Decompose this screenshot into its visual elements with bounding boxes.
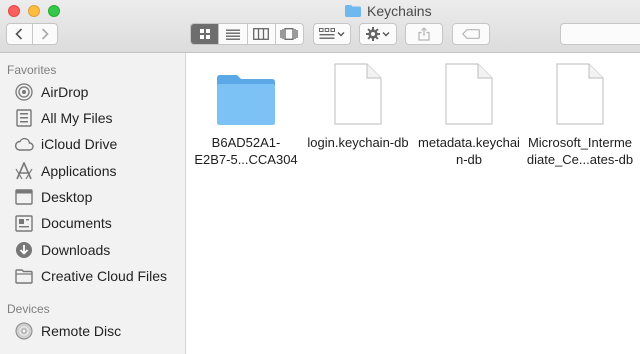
cloud-icon [14, 134, 34, 154]
file-item-microsoft-intermediate[interactable]: Microsoft_Interme diate_Ce...ates-db [520, 62, 640, 168]
folder-icon [214, 62, 278, 126]
documents-icon [14, 213, 34, 233]
file-name-line: metadata.keychai [418, 135, 520, 150]
cover-flow-view-button[interactable] [274, 24, 303, 44]
chevron-left-icon [15, 28, 23, 40]
navigation-buttons [6, 23, 58, 45]
sidebar-item-desktop[interactable]: Desktop [14, 186, 92, 208]
favorites-heading: Favorites [7, 63, 57, 77]
toolbar: Keychains [0, 0, 640, 53]
sidebar-item-all-my-files[interactable]: All My Files [14, 107, 113, 129]
chevron-down-icon [382, 32, 390, 37]
file-name-line: E2B7-5...CCA304 [194, 152, 298, 167]
file-name-line: B6AD52A1- [211, 135, 281, 150]
zoom-window-button[interactable] [48, 5, 60, 17]
search-field[interactable] [560, 23, 640, 45]
chevron-down-icon [337, 32, 345, 37]
columns-icon [253, 28, 270, 40]
sidebar-item-label: iCloud Drive [41, 136, 118, 152]
document-icon [437, 62, 501, 126]
view-mode-buttons [190, 23, 304, 45]
sidebar-item-label: Documents [41, 215, 112, 231]
grid-icon [199, 29, 210, 39]
all-files-icon [14, 108, 34, 128]
downloads-icon [14, 240, 34, 260]
arrange-button[interactable] [313, 23, 351, 45]
chevron-right-icon [41, 28, 49, 40]
tag-button[interactable] [452, 23, 490, 45]
sidebar-item-label: Downloads [41, 242, 111, 258]
sidebar-item-applications[interactable]: Applications [14, 160, 117, 182]
file-name-line: Microsoft_Interme [527, 135, 633, 150]
share-button[interactable] [405, 23, 443, 45]
file-name-line: n-db [455, 152, 483, 167]
sidebar-item-label: Remote Disc [41, 323, 122, 339]
file-item-login-keychain[interactable]: login.keychain-db [298, 62, 418, 151]
file-name-line: login.keychain-db [307, 135, 409, 150]
list-icon [225, 29, 240, 40]
back-button[interactable] [7, 24, 32, 44]
devices-heading: Devices [7, 302, 50, 316]
sidebar-item-label: Applications [41, 163, 117, 179]
window-title-text: Keychains [367, 3, 432, 19]
cover-flow-icon [280, 28, 299, 40]
sidebar-item-creative-cloud-files[interactable]: Creative Cloud Files [14, 265, 167, 287]
close-window-button[interactable] [8, 5, 20, 17]
sidebar-item-label: All My Files [41, 110, 113, 126]
sidebar-item-label: Creative Cloud Files [41, 268, 168, 284]
arrange-icon [319, 28, 335, 39]
desktop-icon [14, 187, 34, 207]
sidebar-item-label: Desktop [41, 189, 93, 205]
column-view-button[interactable] [246, 24, 275, 44]
file-name-line: diate_Ce...ates-db [526, 152, 634, 167]
window-title: Keychains [345, 2, 432, 20]
sidebar-item-downloads[interactable]: Downloads [14, 239, 110, 261]
gear-icon [366, 27, 380, 41]
sidebar-item-remote-disc[interactable]: Remote Disc [14, 320, 121, 342]
disc-icon [14, 321, 34, 341]
icon-view-button[interactable] [191, 24, 219, 44]
file-item-metadata-keychain[interactable]: metadata.keychai n-db [409, 62, 529, 168]
sidebar-item-airdrop[interactable]: AirDrop [14, 81, 88, 103]
document-icon [326, 62, 390, 126]
tag-icon [462, 29, 480, 39]
sidebar-item-label: AirDrop [41, 84, 89, 100]
airdrop-icon [14, 82, 34, 102]
minimize-window-button[interactable] [28, 5, 40, 17]
sidebar-item-icloud-drive[interactable]: iCloud Drive [14, 133, 117, 155]
share-icon [418, 27, 430, 41]
applications-icon [14, 161, 34, 181]
folder-icon [345, 5, 361, 17]
file-item-folder[interactable]: B6AD52A1- E2B7-5...CCA304 [186, 62, 306, 168]
forward-button[interactable] [31, 24, 58, 44]
sidebar: Favorites AirDrop All My Files iCloud Dr… [0, 53, 186, 354]
list-view-button[interactable] [218, 24, 246, 44]
folder-icon [14, 266, 34, 286]
sidebar-item-documents[interactable]: Documents [14, 212, 112, 234]
action-button[interactable] [359, 23, 397, 45]
document-icon [548, 62, 612, 126]
